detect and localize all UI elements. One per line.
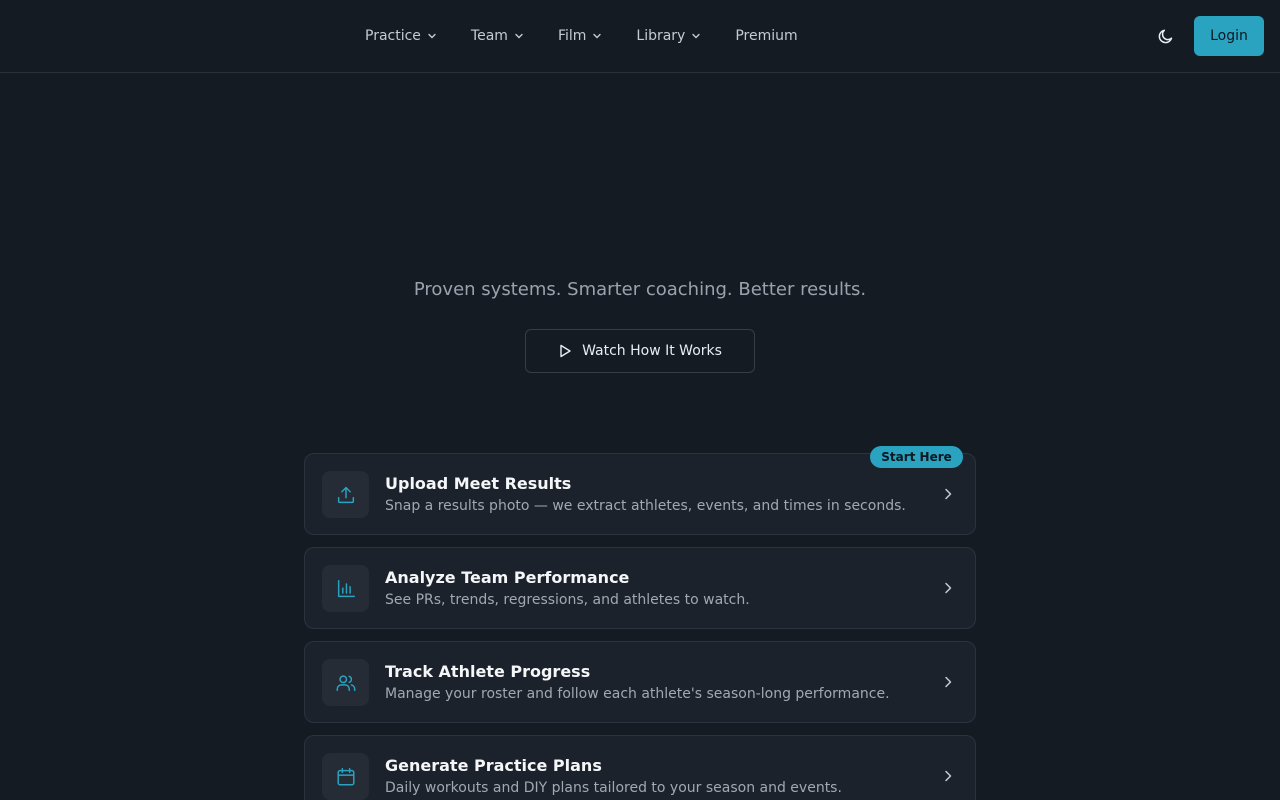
- play-icon: [560, 344, 571, 358]
- bar-chart-icon: [337, 579, 355, 597]
- card-title: Upload Meet Results: [385, 474, 572, 493]
- nav-practice-label: Practice: [365, 28, 421, 44]
- moon-icon[interactable]: [1156, 26, 1176, 46]
- upload-icon: [337, 486, 354, 503]
- main-nav: Practice Team Film Library Premium: [365, 0, 798, 72]
- calendar-icon: [336, 767, 355, 786]
- watch-how-it-works-button[interactable]: Watch How It Works: [525, 329, 755, 373]
- card-title: Track Athlete Progress: [385, 662, 591, 681]
- watch-button-label: Watch How It Works: [582, 343, 722, 359]
- nav-film[interactable]: Film: [558, 28, 602, 44]
- card-description: Snap a results photo — we extract athlet…: [385, 498, 906, 514]
- nav-library-label: Library: [636, 28, 686, 44]
- nav-library[interactable]: Library: [636, 28, 701, 44]
- users-icon: [336, 674, 355, 691]
- card-title: Analyze Team Performance: [385, 568, 630, 587]
- card-analyze-team-performance[interactable]: Analyze Team Performance See PRs, trends…: [304, 547, 976, 629]
- card-title: Generate Practice Plans: [385, 756, 602, 775]
- card-track-athlete-progress[interactable]: Track Athlete Progress Manage your roste…: [304, 641, 976, 723]
- chevron-right-icon: [945, 488, 952, 500]
- nav-practice[interactable]: Practice: [365, 28, 437, 44]
- chevron-right-icon: [945, 770, 952, 782]
- hero-tagline: Proven systems. Smarter coaching. Better…: [413, 279, 867, 300]
- nav-premium[interactable]: Premium: [735, 28, 797, 44]
- chevron-down-icon: [692, 33, 701, 39]
- card-description: See PRs, trends, regressions, and athlet…: [385, 592, 750, 608]
- top-navigation-bar: Practice Team Film Library Premium Login: [0, 0, 1280, 73]
- chevron-right-icon: [945, 676, 952, 688]
- nav-team[interactable]: Team: [471, 28, 524, 44]
- card-generate-practice-plans[interactable]: Generate Practice Plans Daily workouts a…: [304, 735, 976, 800]
- login-button[interactable]: Login: [1194, 16, 1264, 56]
- card-icon-container: [322, 659, 369, 706]
- card-description: Daily workouts and DIY plans tailored to…: [385, 780, 842, 796]
- card-description: Manage your roster and follow each athle…: [385, 686, 890, 702]
- start-here-badge: Start Here: [870, 446, 963, 468]
- card-icon-container: [322, 471, 369, 518]
- nav-team-label: Team: [470, 28, 508, 44]
- card-icon-container: [322, 565, 369, 612]
- nav-film-label: Film: [557, 28, 587, 44]
- chevron-right-icon: [945, 582, 952, 594]
- chevron-down-icon: [428, 33, 436, 39]
- nav-premium-label: Premium: [735, 28, 798, 44]
- chevron-down-icon: [593, 33, 602, 39]
- chevron-down-icon: [515, 33, 523, 39]
- card-icon-container: [322, 753, 369, 800]
